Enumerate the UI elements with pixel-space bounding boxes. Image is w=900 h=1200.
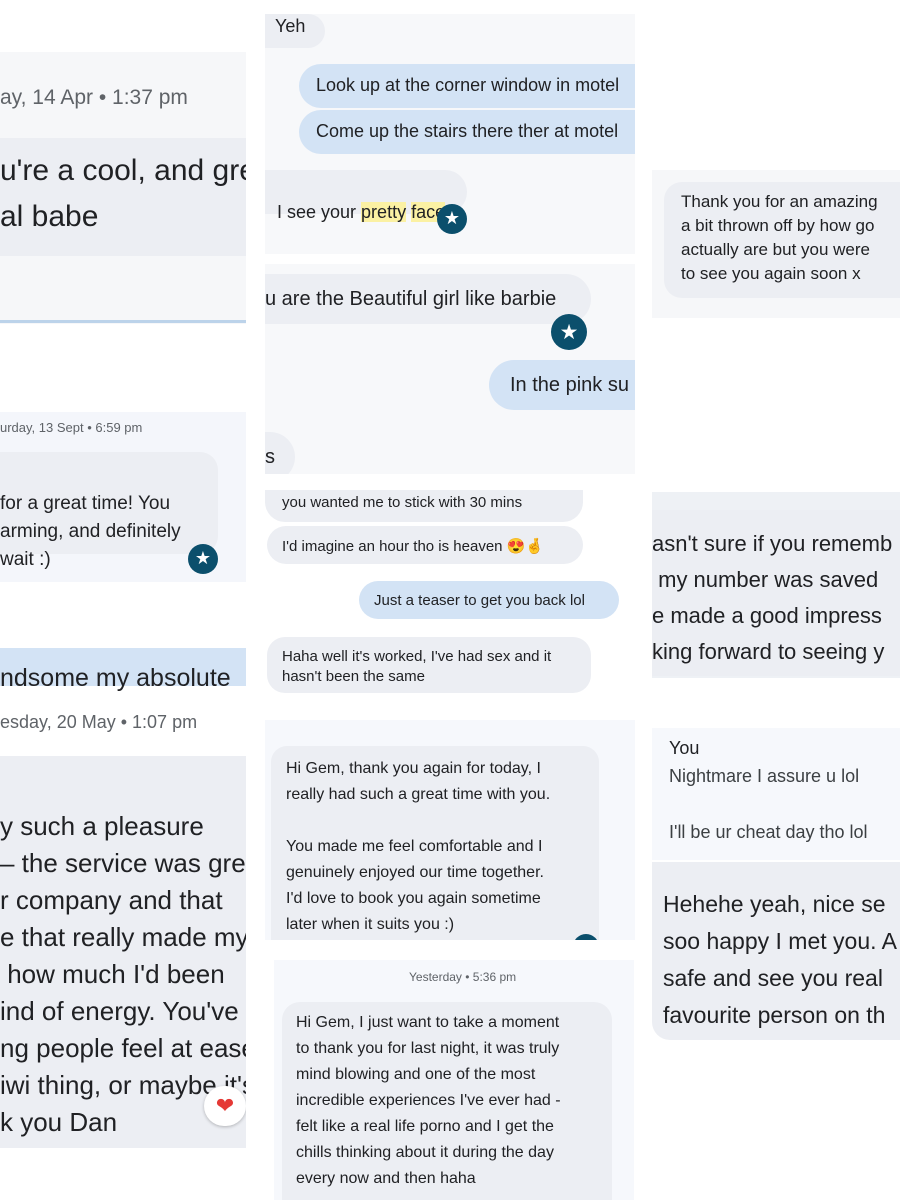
message-line: king forward to seeing y	[652, 639, 885, 664]
star-icon[interactable]: ★	[551, 314, 587, 350]
panel-chat-2: urday, 13 Sept • 6:59 pm for a great tim…	[0, 412, 246, 582]
message-line: e that really made my c	[0, 922, 246, 952]
message-text: Yeh	[275, 16, 306, 36]
message-line: r company and that	[0, 885, 223, 915]
message-bubble[interactable]: u are the Beautiful girl like barbie	[265, 274, 591, 324]
message-line: favourite person on th	[663, 1002, 886, 1028]
message-line: my number was saved	[652, 567, 879, 592]
panel-chat-10: You Nightmare I assure u lol I'll be ur …	[652, 728, 900, 860]
message-text: Just a teaser to get you back lol	[374, 592, 585, 609]
message-text: Hi Gem, thank you again for today, I rea…	[286, 760, 551, 933]
message-text: Nightmare I assure u lol	[669, 766, 860, 786]
message-text: u're a cool, and gre	[0, 154, 246, 187]
sender-name: You	[669, 738, 700, 758]
message-bubble[interactable]: Hi Gem, thank you again for today, I rea…	[271, 746, 599, 940]
message-timestamp: esday, 20 May • 1:07 pm	[0, 712, 198, 732]
message-bubble[interactable]: you wanted me to stick with 30 mins	[265, 490, 583, 522]
divider	[0, 320, 246, 323]
message-line: asn't sure if you rememb	[652, 531, 893, 556]
star-icon[interactable]: ★	[188, 544, 218, 574]
message-bubble[interactable]: for a great time! You arming, and defini…	[0, 452, 218, 570]
message-line: Hehehe yeah, nice se	[663, 891, 886, 917]
panel-chat-1: ay, 14 Apr • 1:37 pm u're a cool, and gr…	[0, 52, 246, 324]
panel-chat-11: Hehehe yeah, nice se soo happy I met you.…	[652, 862, 900, 1046]
message-text: s	[265, 446, 275, 468]
message-text: for a great time! You arming, and defini…	[0, 493, 181, 570]
message-bubble-sent[interactable]: Just a teaser to get you back lol	[359, 581, 619, 619]
message-text: Thank you for an amazing a bit thrown of…	[681, 192, 878, 283]
panel-chat-8: Thank you for an amazing a bit thrown of…	[652, 170, 900, 318]
message-timestamp: ay, 14 Apr • 1:37 pm	[0, 86, 188, 109]
message-bubble[interactable]: u're a cool, and gre al babe	[0, 138, 246, 256]
message-text: al babe	[0, 200, 99, 233]
highlighted-word: pretty	[361, 202, 407, 222]
header-bar: ndsome my absolute	[0, 648, 246, 692]
message-line: soo happy I met you. A	[663, 928, 897, 954]
panel-chat-6: Hi Gem, thank you again for today, I rea…	[265, 720, 635, 940]
message-text: Look up at the corner window in motel	[316, 75, 620, 95]
message-text: Hi Gem, I just want to take a moment to …	[296, 1014, 561, 1187]
message-bubble[interactable]: Hi Gem, I just want to take a moment to …	[282, 1002, 612, 1200]
message-line: safe and see you real	[663, 965, 883, 991]
message-bubble[interactable]: s	[265, 432, 295, 474]
message-text-block: Hehehe yeah, nice se soo happy I met you.…	[663, 886, 897, 1034]
message-bubble-sent[interactable]: Look up at the corner window in motel	[299, 64, 635, 108]
message-bubble[interactable]: Thank you for an amazing a bit thrown of…	[664, 182, 900, 298]
star-icon[interactable]: ★	[437, 204, 467, 234]
panel-chat-3: ndsome my absolute esday, 20 May • 1:07 …	[0, 648, 246, 1200]
message-text-block: asn't sure if you rememb my number was s…	[652, 526, 892, 670]
message-text: Come up the stairs there ther at motel	[316, 121, 619, 141]
panel-chat-4: Yeh Look up at the corner window in mote…	[265, 14, 635, 474]
message-bubble[interactable]: I see your pretty face	[265, 170, 467, 222]
message-text: I'd imagine an hour tho is heaven 😍🤞	[282, 538, 545, 555]
message-bubble-sent[interactable]: Come up the stairs there ther at motel	[299, 110, 635, 154]
message-text: In the pink su	[510, 374, 629, 396]
message-text: ndsome my absolute	[0, 664, 231, 692]
message-line: e made a good impress	[652, 603, 882, 628]
message-line: how much I'd been	[0, 959, 225, 989]
message-line: ind of energy. You've go	[0, 996, 246, 1026]
message-timestamp: Yesterday • 5:36 pm	[409, 970, 517, 984]
message-text: I'll be ur cheat day tho lol	[669, 822, 868, 842]
message-text: I see your	[277, 202, 362, 222]
message-bubble-sent[interactable]: In the pink su	[489, 360, 635, 410]
message-bubble[interactable]: Yeh	[265, 14, 325, 48]
message-timestamp: urday, 13 Sept • 6:59 pm	[0, 420, 143, 435]
message-text: u are the Beautiful girl like barbie	[265, 288, 557, 310]
message-bubble[interactable]: I'd imagine an hour tho is heaven 😍🤞	[267, 526, 583, 564]
message-line: y such a pleasure	[0, 811, 204, 841]
panel-chat-9: asn't sure if you rememb my number was s…	[652, 492, 900, 678]
message-line: – the service was great	[0, 848, 246, 878]
divider	[265, 254, 635, 264]
message-text: you wanted me to stick with 30 mins	[282, 494, 523, 511]
heart-icon[interactable]: ❤	[204, 1086, 246, 1126]
message-bubble[interactable]: Haha well it's worked, I've had sex and …	[267, 637, 591, 693]
message-text: Haha well it's worked, I've had sex and …	[282, 648, 552, 685]
panel-chat-7: Yesterday • 5:36 pm Hi Gem, I just want …	[274, 960, 634, 1200]
message-line: ng people feel at ease.	[0, 1033, 246, 1063]
panel-chat-5: you wanted me to stick with 30 mins I'd …	[265, 490, 635, 698]
